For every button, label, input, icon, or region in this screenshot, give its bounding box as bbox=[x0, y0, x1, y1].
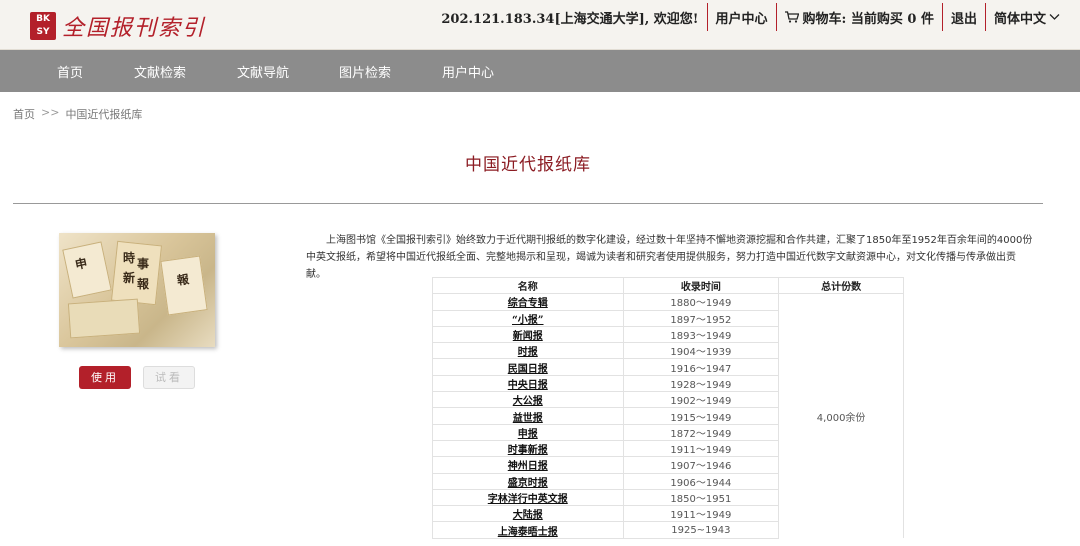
thumbnail-glyph: 報 bbox=[176, 272, 191, 288]
breadcrumb: 首页 >> 中国近代报纸库 bbox=[13, 106, 142, 122]
newspaper-name-link[interactable]: 民国日报 bbox=[432, 358, 624, 376]
breadcrumb-arrow: >> bbox=[41, 106, 60, 119]
header-name: 名称 bbox=[432, 276, 624, 295]
newspaper-name-link[interactable]: 益世报 bbox=[432, 407, 624, 425]
separator bbox=[984, 3, 986, 31]
language-label: 简体中文 bbox=[993, 11, 1046, 27]
table-header-row: 名称 收录时间 总计份数 bbox=[432, 276, 904, 295]
collection-time: 1928～1949 bbox=[622, 374, 780, 393]
main-nav: 首页 文献检索 文献导航 图片检索 用户中心 bbox=[0, 50, 1080, 92]
collection-time: 1902～1949 bbox=[622, 391, 780, 409]
total-count: 4,000余份 bbox=[778, 293, 904, 539]
separator bbox=[941, 3, 943, 31]
thumbnail-paper bbox=[110, 240, 163, 306]
newspaper-table: 名称 收录时间 总计份数 综合专辑 1880～1949 4,000余份 “小报”… bbox=[432, 276, 904, 539]
newspaper-name-link[interactable]: 大公报 bbox=[432, 391, 624, 409]
intro-paragraph: 上海图书馆《全国报刊索引》始终致力于近代期刊报纸的数字化建设，经过数十年坚持不懈… bbox=[306, 235, 1033, 280]
language-selector[interactable]: 简体中文 bbox=[994, 8, 1060, 27]
thumbnail-glyph: 報 bbox=[137, 277, 150, 291]
thumbnail-glyph: 事 bbox=[137, 257, 150, 271]
collection-time: 1925~1943 bbox=[622, 521, 780, 539]
logo-text: 全国报刊索引 bbox=[62, 16, 207, 41]
user-center-link[interactable]: 用户中心 bbox=[716, 8, 768, 27]
collection-time: 1906～1944 bbox=[622, 472, 780, 490]
cart-link[interactable]: 购物车: 当前购买 0 件 bbox=[784, 8, 934, 27]
separator bbox=[706, 3, 708, 31]
thumbnail-glyph: 新 bbox=[123, 271, 136, 285]
collection-time: 1915～1949 bbox=[622, 407, 780, 425]
site-logo[interactable]: BK SY 全国报刊索引 bbox=[30, 10, 206, 42]
use-button[interactable]: 使用 bbox=[79, 366, 131, 389]
trial-button[interactable]: 试看 bbox=[143, 366, 195, 389]
database-thumbnail: 時 事 新 報 申 報 bbox=[59, 233, 215, 347]
newspaper-name-link[interactable]: 神州日报 bbox=[432, 456, 624, 474]
collection-time: 1907～1946 bbox=[622, 456, 780, 474]
collection-time: 1893～1949 bbox=[622, 325, 780, 344]
collection-time: 1872～1949 bbox=[622, 423, 780, 441]
logo-mark: BK SY bbox=[30, 12, 56, 40]
newspaper-name-link[interactable]: 中央日报 bbox=[432, 374, 624, 393]
newspaper-name-link[interactable]: 字林洋行中英文报 bbox=[432, 488, 624, 507]
collection-time: 1911～1949 bbox=[622, 439, 780, 458]
page-title: 中国近代报纸库 bbox=[465, 155, 591, 175]
cart-label: 购物车: 当前购买 0 件 bbox=[802, 11, 934, 27]
collection-time: 1904～1939 bbox=[622, 342, 780, 360]
newspaper-name-link[interactable]: 大陆报 bbox=[432, 505, 624, 523]
chevron-down-icon bbox=[1049, 14, 1060, 20]
breadcrumb-home[interactable]: 首页 bbox=[13, 106, 35, 122]
thumbnail-glyph: 時 bbox=[123, 251, 136, 265]
collection-time: 1880～1949 bbox=[622, 293, 780, 311]
header-total: 总计份数 bbox=[778, 276, 904, 295]
divider bbox=[13, 203, 1043, 204]
newspaper-name-link[interactable]: 时报 bbox=[432, 342, 624, 360]
collection-time: 1897～1952 bbox=[622, 309, 780, 327]
newspaper-name-link[interactable]: 新闻报 bbox=[432, 325, 624, 344]
collection-time: 1916～1947 bbox=[622, 358, 780, 376]
newspaper-name-link[interactable]: 上海泰晤士报 bbox=[432, 521, 624, 539]
newspaper-name-link[interactable]: 时事新报 bbox=[432, 439, 624, 458]
newspaper-name-link[interactable]: 盛京时报 bbox=[432, 472, 624, 490]
separator bbox=[775, 3, 777, 31]
nav-literature-search[interactable]: 文献检索 bbox=[134, 62, 237, 81]
collection-time: 1850～1951 bbox=[622, 488, 780, 507]
header-time: 收录时间 bbox=[622, 276, 780, 295]
nav-home[interactable]: 首页 bbox=[57, 62, 134, 81]
cart-icon bbox=[784, 11, 799, 23]
nav-image-search[interactable]: 图片检索 bbox=[339, 62, 442, 81]
newspaper-name-link[interactable]: 综合专辑 bbox=[432, 293, 624, 311]
newspaper-name-link[interactable]: “小报” bbox=[432, 309, 624, 327]
breadcrumb-current: 中国近代报纸库 bbox=[65, 108, 143, 121]
newspaper-name-link[interactable]: 申报 bbox=[432, 423, 624, 441]
nav-literature-navigation[interactable]: 文献导航 bbox=[237, 62, 339, 81]
collection-time: 1911～1949 bbox=[622, 505, 780, 523]
nav-user-center[interactable]: 用户中心 bbox=[442, 62, 494, 81]
table-row: 综合专辑 1880～1949 4,000余份 bbox=[432, 293, 904, 539]
top-links: 202.121.183.34[上海交通大学], 欢迎您! 用户中心 购物车: 当… bbox=[441, 0, 1060, 34]
logout-link[interactable]: 退出 bbox=[951, 8, 977, 27]
thumbnail-paper bbox=[67, 298, 141, 339]
ip-welcome: 202.121.183.34[上海交通大学], 欢迎您! bbox=[441, 11, 699, 27]
top-header: BK SY 全国报刊索引 202.121.183.34[上海交通大学], 欢迎您!… bbox=[0, 0, 1080, 50]
